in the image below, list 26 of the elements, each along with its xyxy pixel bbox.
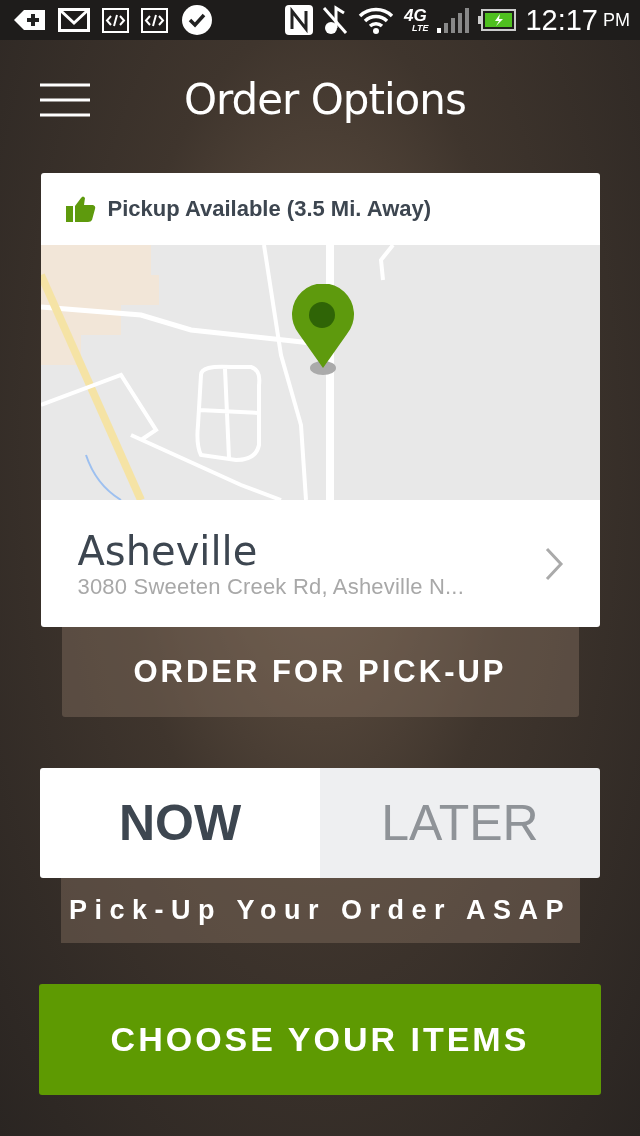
menu-button[interactable] [40,82,90,117]
code-icon [141,7,168,33]
signal-icon [437,6,470,34]
timing-note: Pick-Up Your Order ASAP [68,895,572,926]
order-type-button[interactable]: ORDER FOR PICK-UP [61,627,579,717]
chevron-right-icon [543,546,564,581]
code-icon [102,7,129,33]
timing-tab[interactable]: NOW [40,768,320,878]
tag-plus-icon [14,9,46,31]
network-type-label: 4G LTE [404,7,429,33]
wifi-icon [357,5,396,35]
music-muted-icon [322,5,349,35]
clock-period: PM [603,9,630,31]
pickup-availability: Pickup Available (3.5 Mi. Away) [107,196,432,222]
map-pin-icon [290,284,355,376]
battery-charging-icon [478,9,517,31]
menu-icon [40,82,90,117]
check-bubble-icon [180,4,214,36]
thumbs-up-icon [65,195,96,223]
store-name: Asheville [77,527,259,574]
mail-icon [58,8,90,32]
clock-time: 12:17 [525,3,598,37]
page-title: Order Options [184,75,466,124]
nfc-icon [285,5,314,35]
store-address: 3080 Sweeten Creek Rd, Asheville N... [77,573,464,600]
store-location-row[interactable]: Asheville 3080 Sweeten Creek Rd, Asheville N... [40,500,600,627]
